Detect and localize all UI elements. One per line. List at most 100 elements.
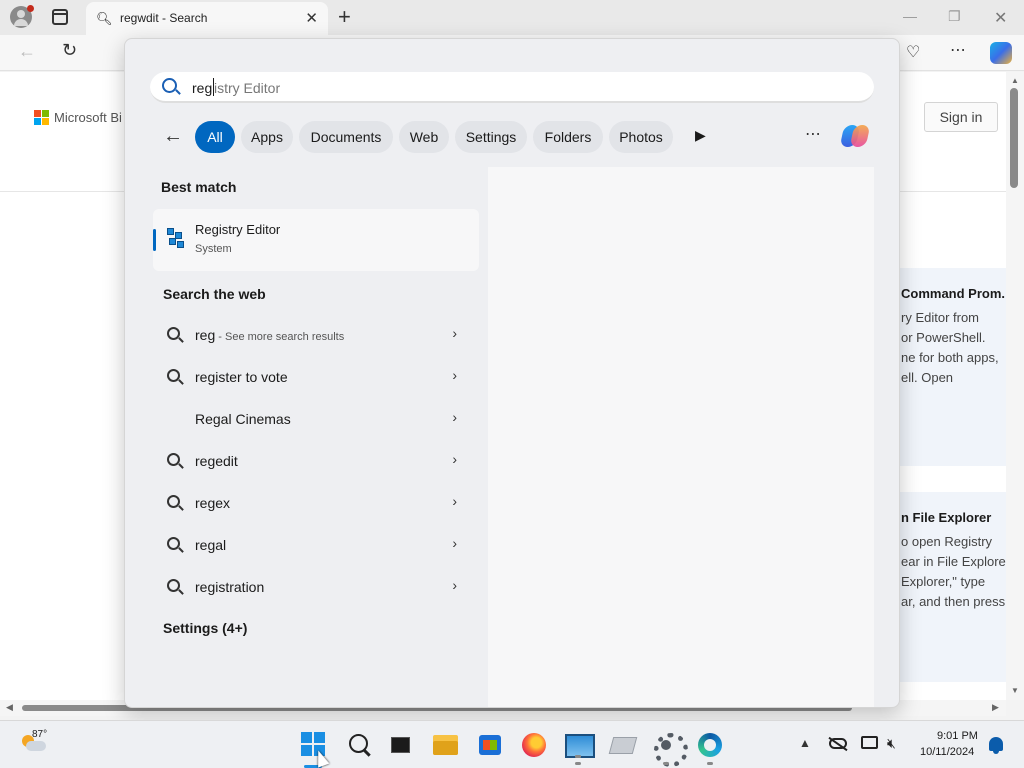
best-match-header: Best match xyxy=(161,179,237,195)
web-result-row[interactable]: reg - See more search results › xyxy=(157,317,467,353)
settings-gear-icon[interactable] xyxy=(652,731,688,767)
back-arrow-icon[interactable]: ← xyxy=(18,41,36,62)
filter-folders[interactable]: Folders xyxy=(533,121,603,153)
web-result-row[interactable]: regedit › xyxy=(157,443,467,479)
card-text: ell. Open xyxy=(901,370,954,385)
search-icon xyxy=(167,327,180,340)
taskbar: 87° ▲ 🔇︎ 9:01 PM 10/11/2024 xyxy=(0,720,1024,768)
best-match-subtitle: System xyxy=(195,243,232,255)
running-indicator xyxy=(707,762,713,765)
paper-app-icon[interactable] xyxy=(608,731,636,759)
minimize-icon[interactable]: — xyxy=(903,8,917,24)
back-arrow-icon[interactable]: ← xyxy=(163,125,183,148)
scroll-right-icon[interactable]: ▶ xyxy=(992,702,999,713)
photos-icon[interactable] xyxy=(564,731,595,759)
chevron-right-icon: › xyxy=(452,409,457,425)
chevron-right-icon: › xyxy=(452,451,457,467)
web-result-row[interactable]: regex › xyxy=(157,485,467,521)
network-icon[interactable] xyxy=(861,736,878,749)
chevron-right-icon: › xyxy=(452,535,457,551)
filter-photos[interactable]: Photos xyxy=(609,121,673,153)
search-typed-text: reg xyxy=(192,80,213,96)
file-explorer-icon[interactable] xyxy=(432,731,460,759)
web-result-label: regedit xyxy=(195,453,238,469)
scroll-up-icon[interactable]: ▲ xyxy=(1011,76,1019,85)
chevron-right-icon: › xyxy=(452,577,457,593)
card-text: ar, and then press xyxy=(901,594,1006,609)
search-icon xyxy=(167,369,180,382)
web-result-label: Regal Cinemas xyxy=(195,411,291,427)
best-match-result[interactable]: Registry Editor System xyxy=(153,209,479,271)
web-result-label: reg - See more search results xyxy=(195,327,345,343)
copilot-icon[interactable] xyxy=(990,42,1012,64)
web-result-row[interactable]: register to vote › xyxy=(157,359,467,395)
selection-indicator xyxy=(153,229,156,251)
running-indicator xyxy=(575,762,581,765)
filter-apps[interactable]: Apps xyxy=(241,121,293,153)
result-card[interactable]: Command Prom. ry Editor from or PowerShe… xyxy=(896,268,1006,466)
refresh-icon[interactable]: ↻ xyxy=(62,40,77,61)
restore-icon[interactable]: ❐ xyxy=(948,8,961,25)
settings-header[interactable]: Settings (4+) xyxy=(163,620,247,636)
notification-bell-icon[interactable] xyxy=(989,737,1003,754)
web-result-row[interactable]: registration › xyxy=(157,569,467,605)
filter-settings[interactable]: Settings xyxy=(455,121,527,153)
web-result-label: registration xyxy=(195,579,265,595)
search-icon xyxy=(167,537,180,550)
microsoft-logo-icon[interactable] xyxy=(34,110,50,126)
notification-dot xyxy=(27,5,34,12)
card-text: or PowerShell. xyxy=(901,330,986,345)
filter-web[interactable]: Web xyxy=(399,121,449,153)
scroll-left-icon[interactable]: ◀ xyxy=(6,702,13,713)
task-view-icon[interactable] xyxy=(389,731,417,759)
search-icon xyxy=(162,78,177,93)
preview-pane xyxy=(488,167,874,707)
search-input[interactable]: reg istry Editor xyxy=(150,72,874,103)
clock-date[interactable]: 10/11/2024 xyxy=(920,746,974,758)
microsoft-store-icon[interactable] xyxy=(476,731,504,759)
filter-all[interactable]: All xyxy=(195,121,235,153)
sign-in-button[interactable]: Sign in xyxy=(924,102,998,132)
card-text: Explorer," type xyxy=(901,574,986,589)
edge-icon[interactable] xyxy=(696,731,724,759)
search-icon: 🔍︎ xyxy=(96,11,113,26)
close-icon[interactable]: ✕ xyxy=(994,8,1007,28)
tab-actions-icon[interactable] xyxy=(52,9,68,25)
search-icon xyxy=(167,579,180,592)
card-text: o open Registry xyxy=(901,534,993,549)
more-options-icon[interactable]: ⋯ xyxy=(805,124,822,144)
browser-essentials-icon[interactable]: ♡ xyxy=(906,42,920,62)
chevron-up-icon[interactable]: ▲ xyxy=(799,736,811,750)
browser-tab[interactable]: 🔍︎ regwdit - Search ✕ xyxy=(86,2,328,35)
filter-documents[interactable]: Documents xyxy=(299,121,393,153)
scroll-down-icon[interactable]: ▼ xyxy=(1011,686,1019,695)
volume-muted-icon[interactable]: 🔇︎ xyxy=(887,735,896,752)
copilot-icon[interactable] xyxy=(839,121,871,151)
chevron-right-icon: › xyxy=(452,325,457,341)
tab-title: regwdit - Search xyxy=(120,11,208,25)
browser-titlebar: 🔍︎ regwdit - Search ✕ + — ❐ ✕ xyxy=(0,0,1024,35)
windows-search-panel: reg istry Editor ← All Apps Documents We… xyxy=(124,38,900,708)
new-tab-button[interactable]: + xyxy=(338,4,351,30)
search-web-header: Search the web xyxy=(163,286,266,302)
web-result-label: regex xyxy=(195,495,231,511)
chevron-right-icon: › xyxy=(452,493,457,509)
vertical-scrollbar[interactable]: ▲ ▼ xyxy=(1006,72,1024,700)
result-card[interactable]: n File Explorer o open Registry ear in F… xyxy=(896,492,1006,682)
search-icon xyxy=(167,495,180,508)
brand-text[interactable]: Microsoft Bi xyxy=(54,110,122,125)
scroll-thumb[interactable] xyxy=(1010,88,1018,188)
card-title: n File Explorer xyxy=(901,510,992,525)
onedrive-offline-icon[interactable] xyxy=(829,738,847,749)
firefox-icon[interactable] xyxy=(520,731,548,759)
weather-temperature[interactable]: 87° xyxy=(32,729,47,740)
search-icon[interactable] xyxy=(346,731,374,759)
web-result-row[interactable]: regal › xyxy=(157,527,467,563)
card-text: ry Editor from xyxy=(901,310,980,325)
card-text: ear in File Explorer xyxy=(901,554,1006,569)
play-icon[interactable]: ▶ xyxy=(695,127,706,144)
web-result-row[interactable]: Regal Cinemas › xyxy=(157,401,467,437)
clock-time[interactable]: 9:01 PM xyxy=(937,730,978,742)
more-options-icon[interactable]: ⋯ xyxy=(950,40,967,60)
tab-close-icon[interactable]: ✕ xyxy=(305,9,318,27)
